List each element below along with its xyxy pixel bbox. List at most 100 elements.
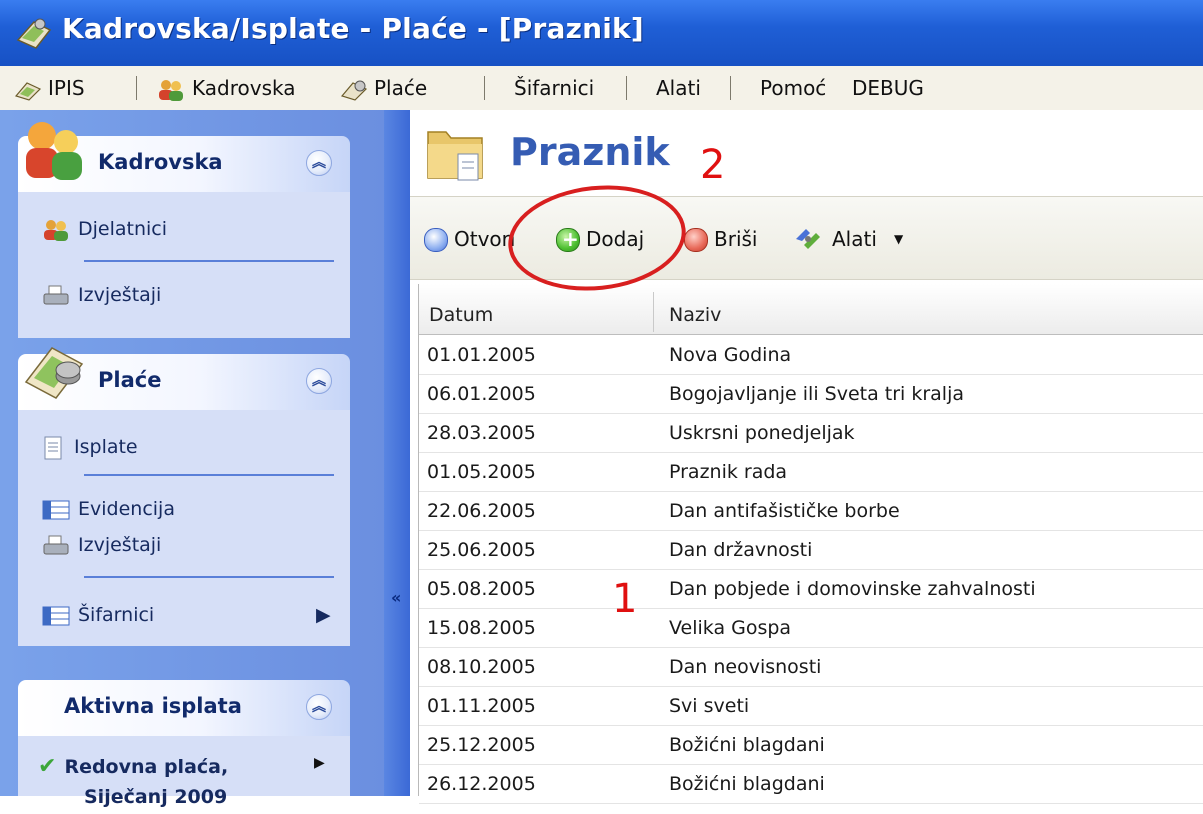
table-row[interactable]: 26.12.2005 Božićni blagdani — [419, 765, 1203, 804]
table-row[interactable]: 28.03.2005 Uskrsni ponedjeljak — [419, 414, 1203, 453]
collapse-left-icon[interactable]: « — [391, 588, 401, 607]
document-icon — [44, 436, 62, 459]
sidebar-item-label: Izvještaji — [78, 534, 162, 556]
sidebar-item-sifarnici[interactable]: Šifarnici ▶ — [42, 598, 334, 632]
sidebar-item-izvjestaji[interactable]: Izvještaji — [42, 278, 161, 312]
table-row[interactable]: 15.08.2005 Velika Gospa — [419, 609, 1203, 648]
table-row[interactable]: 05.08.2005 Dan pobjede i domovinske zahv… — [419, 570, 1203, 609]
table-row[interactable]: 01.05.2005 Praznik rada — [419, 453, 1203, 492]
menu-separator — [484, 76, 485, 100]
check-icon — [424, 228, 448, 252]
menu-kadrovska[interactable]: Kadrovska — [156, 66, 295, 110]
sidebar-item-redovna-placa[interactable]: ✔ Redovna plaća, ▶ — [38, 750, 325, 784]
sidebar-item-label: Izvještaji — [78, 284, 162, 306]
cell-date: 26.12.2005 — [427, 773, 536, 795]
menu-kadrovska-label: Kadrovska — [192, 76, 296, 100]
cell-date: 25.06.2005 — [427, 539, 536, 561]
grid-icon — [42, 606, 70, 625]
panel-kadrovska-title: Kadrovska — [98, 150, 223, 174]
chevron-down-icon: ▼ — [894, 232, 904, 246]
cell-date: 25.12.2005 — [427, 734, 536, 756]
menu-debug[interactable]: DEBUG — [852, 66, 924, 110]
panel-place-header[interactable]: Plaće ︽ — [18, 347, 350, 410]
check-icon: ✔ — [38, 754, 57, 779]
delete-button-label: Briši — [714, 227, 758, 251]
cell-name: Dan neovisnosti — [669, 656, 822, 678]
app-icon — [16, 18, 52, 49]
cell-date: 01.05.2005 — [427, 461, 536, 483]
cell-name: Dan državnosti — [669, 539, 813, 561]
menu-alati[interactable]: Alati — [656, 66, 701, 110]
column-header-naziv[interactable]: Naziv — [669, 284, 1169, 334]
panel-kadrovska-header[interactable]: Kadrovska ︽ — [18, 122, 350, 192]
cell-date: 22.06.2005 — [427, 500, 536, 522]
title-bar: Kadrovska/Isplate - Plaće - [Praznik] — [0, 0, 1203, 66]
window-title: Kadrovska/Isplate - Plaće - [Praznik] — [62, 12, 644, 45]
tools-dropdown[interactable]: Alati ▼ — [794, 221, 934, 257]
open-button-label: Otvori — [454, 227, 516, 251]
menu-bar: IPIS Kadrovska Plaće Šifarnici Alati Pom… — [0, 66, 1203, 111]
sidebar-item-label: Isplate — [74, 436, 138, 458]
cell-name: Velika Gospa — [669, 617, 792, 639]
annotation-number-1: 1 — [612, 576, 638, 622]
people-icon — [44, 219, 68, 241]
cell-name: Dan antifašističke borbe — [669, 500, 900, 522]
divider — [84, 260, 334, 262]
table-row[interactable]: 01.01.2005 Nova Godina — [419, 336, 1203, 375]
printer-icon — [43, 285, 69, 304]
cell-name: Božićni blagdani — [669, 773, 825, 795]
menu-separator — [136, 76, 137, 100]
tools-icon — [796, 229, 820, 249]
menu-sifarnici[interactable]: Šifarnici — [514, 66, 594, 110]
minus-icon — [684, 228, 708, 252]
panel-kadrovska-body: Djelatnici Izvještaji — [18, 192, 350, 338]
sidebar-item-djelatnici[interactable]: Djelatnici — [42, 212, 167, 246]
panel-aktivna-body: ✔ Redovna plaća, ▶ Siječanj 2009 — [18, 736, 350, 808]
sidebar-item-izvjestaji[interactable]: Izvještaji — [42, 528, 161, 562]
menu-ipis[interactable]: IPIS — [14, 66, 85, 110]
printer-icon — [43, 535, 69, 554]
collapse-chevron-icon[interactable]: ︽ — [306, 694, 332, 720]
chevron-right-icon: ▶ — [316, 604, 331, 626]
sidebar-item-evidencija[interactable]: Evidencija — [42, 492, 175, 526]
menu-separator — [730, 76, 731, 100]
chevron-right-icon: ▶ — [314, 755, 325, 771]
table-row[interactable]: 08.10.2005 Dan neovisnosti — [419, 648, 1203, 687]
sidebar-item-period: Siječanj 2009 — [84, 786, 228, 808]
sidebar-item-label: Šifarnici — [78, 604, 155, 626]
cell-name: Praznik rada — [669, 461, 788, 483]
panel-aktivna-title: Aktivna isplata — [64, 694, 242, 718]
table-row[interactable]: 22.06.2005 Dan antifašističke borbe — [419, 492, 1203, 531]
folder-icon — [427, 131, 483, 181]
panel-aktivna-header[interactable]: Aktivna isplata ︽ — [18, 680, 350, 736]
grid-icon — [42, 500, 70, 519]
cell-name: Uskrsni ponedjeljak — [669, 422, 855, 444]
delete-button[interactable]: Briši — [684, 221, 770, 257]
table-row[interactable]: 06.01.2005 Bogojavljanje ili Sveta tri k… — [419, 375, 1203, 414]
column-header-datum[interactable]: Datum — [429, 284, 649, 334]
people-icon — [159, 79, 183, 101]
menu-separator — [626, 76, 627, 100]
holidays-table: Datum Naziv 01.01.2005 Nova Godina 06.01… — [418, 284, 1203, 804]
cell-name: Nova Godina — [669, 344, 792, 366]
tools-label: Alati — [832, 227, 877, 251]
sidebar-item-isplate[interactable]: Isplate — [42, 430, 138, 464]
cell-date: 08.10.2005 — [427, 656, 536, 678]
panel-place-body: Isplate Evidencija Izvještaji Šifarnici … — [18, 410, 350, 646]
collapse-chevron-icon[interactable]: ︽ — [306, 368, 332, 394]
sidebar-splitter[interactable] — [384, 110, 410, 796]
page-title: Praznik — [510, 130, 670, 174]
cell-date: 05.08.2005 — [427, 578, 536, 600]
divider — [84, 576, 334, 578]
divider — [84, 474, 334, 476]
cell-date: 06.01.2005 — [427, 383, 536, 405]
menu-place-label: Plaće — [374, 76, 428, 100]
table-row[interactable]: 25.12.2005 Božićni blagdani — [419, 726, 1203, 765]
collapse-chevron-icon[interactable]: ︽ — [306, 150, 332, 176]
sidebar-item-label: Evidencija — [78, 498, 175, 520]
menu-pomoc[interactable]: Pomoć — [760, 66, 826, 110]
table-row[interactable]: 01.11.2005 Svi sveti — [419, 687, 1203, 726]
table-row[interactable]: 25.06.2005 Dan državnosti — [419, 531, 1203, 570]
menu-place[interactable]: Plaće — [340, 66, 427, 110]
menu-ipis-label: IPIS — [48, 76, 85, 100]
